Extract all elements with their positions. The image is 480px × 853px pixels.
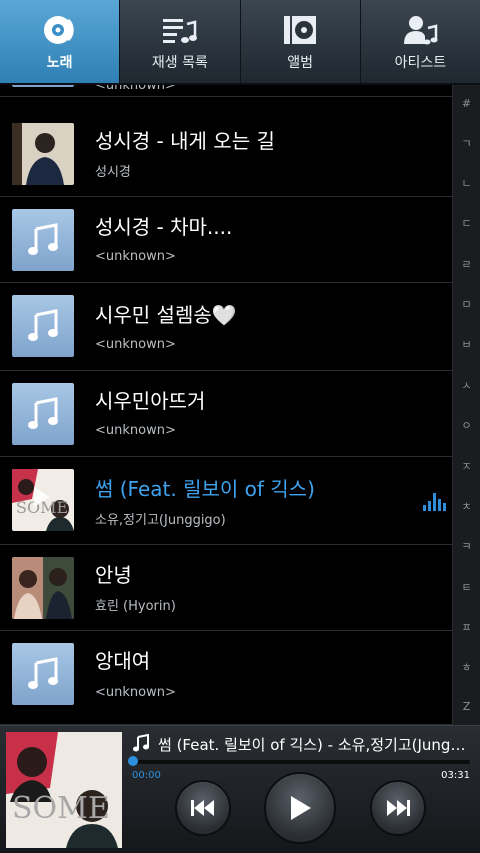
index-letter[interactable]: ㅌ [461,579,471,595]
now-playing-album-art[interactable]: SOME [6,732,122,848]
play-indicator-icon [34,487,50,507]
tab-label: 노래 [46,54,73,71]
index-letter[interactable]: ㅂ [461,336,471,352]
list-item[interactable]: 성시경 - 내게 오는 길 성시경 [0,111,452,197]
music-note-icon [12,643,74,705]
list-item[interactable]: 시우민아뜨거 <unknown> [0,371,452,457]
fast-forward-icon [387,800,410,816]
index-letter[interactable]: ㅈ [461,458,471,474]
now-playing-title: 썸 (Feat. 릴보이 of 긱스) - 소유,정기고(Jungg... [158,736,474,754]
song-artist: 성시경 [95,165,131,180]
tab-label: 아티스트 [394,54,447,71]
mini-player: SOME 썸 (Feat. 릴보이 of 긱스) - 소유,정기고(Jungg.… [0,725,480,853]
song-artist: <unknown> [95,423,176,438]
playlist-icon [160,12,200,48]
song-artist: <unknown> [95,685,176,700]
song-title: 시우민아뜨거 [95,389,206,413]
song-title: 썸 (Feat. 릴보이 of 긱스) [95,477,315,501]
list-item[interactable]: 앙대여 <unknown> [0,631,452,725]
play-icon [291,796,311,820]
tab-artists[interactable]: 아티스트 [361,0,480,83]
index-letter[interactable]: Z [463,700,471,713]
music-note-icon [12,383,74,445]
index-letter[interactable]: ㅊ [461,498,471,514]
song-title: 시우민 설렘송🤍 [95,303,237,327]
music-note-icon [12,209,74,271]
album-art [12,123,74,185]
index-letter[interactable]: ㅁ [461,296,471,312]
list-item[interactable]: 성시경 - 차마.... <unknown> [0,197,452,283]
music-note-icon [12,295,74,357]
tab-label: 앨범 [287,54,313,71]
previous-button[interactable] [175,780,231,836]
svg-text:SOME: SOME [12,791,110,826]
index-letter[interactable]: ㅎ [461,659,471,675]
index-scrollbar[interactable]: # ㄱ ㄴ ㄷ ㄹ ㅁ ㅂ ㅅ ㅇ ㅈ ㅊ ㅋ ㅌ ㅍ ㅎ Z [452,85,480,725]
index-letter[interactable]: ㅇ [461,417,471,433]
index-letter[interactable]: # [462,97,471,110]
seek-bar[interactable] [132,760,470,764]
index-letter[interactable]: ㄹ [461,256,471,272]
song-title: 성시경 - 차마.... [95,215,233,239]
disc-icon [40,12,80,48]
index-letter[interactable]: ㅍ [461,619,471,635]
song-title: 성시경 - 내게 오는 길 [95,129,275,153]
tab-songs[interactable]: 노래 [0,0,121,83]
play-button[interactable] [264,772,336,844]
tab-label: 재생 목록 [151,54,208,71]
album-art [12,557,74,619]
rewind-icon [191,800,214,816]
tab-albums[interactable]: 앨범 [241,0,361,83]
song-artist: 소유,정기고(Junggigo) [95,513,226,528]
tab-playlists[interactable]: 재생 목록 [120,0,241,83]
song-title: 안녕 [95,563,132,587]
song-artist: 효린 (Hyorin) [95,599,176,614]
seek-handle[interactable] [128,756,138,766]
song-artist: <unknown> [95,249,176,264]
equalizer-icon [423,493,446,511]
list-item[interactable]: <unknown> [0,85,452,97]
artist-icon [400,12,440,48]
song-title: 앙대여 [95,649,151,673]
song-artist: <unknown> [95,85,176,93]
index-letter[interactable]: ㅅ [461,377,471,393]
index-letter[interactable]: ㄴ [461,175,471,191]
index-letter[interactable]: ㅋ [461,538,471,554]
next-button[interactable] [370,780,426,836]
list-item-playing[interactable]: SOME 썸 (Feat. 릴보이 of 긱스) 소유,정기고(Junggigo… [0,457,452,545]
song-list[interactable]: <unknown> 성시경 - 내게 오는 길 성시경 성시경 - 차마....… [0,85,452,725]
list-item[interactable]: 시우민 설렘송🤍 <unknown> [0,283,452,371]
album-icon [280,12,320,48]
elapsed-time: 00:00 [132,770,161,781]
list-item[interactable]: 안녕 효린 (Hyorin) [0,545,452,631]
tab-bar: 노래 재생 목록 앨범 아티스트 [0,0,480,85]
index-letter[interactable]: ㄱ [461,135,471,151]
total-time: 03:31 [441,770,470,781]
music-note-icon [12,85,74,87]
song-artist: <unknown> [95,337,176,352]
index-letter[interactable]: ㄷ [461,215,471,231]
music-note-icon [132,733,150,756]
